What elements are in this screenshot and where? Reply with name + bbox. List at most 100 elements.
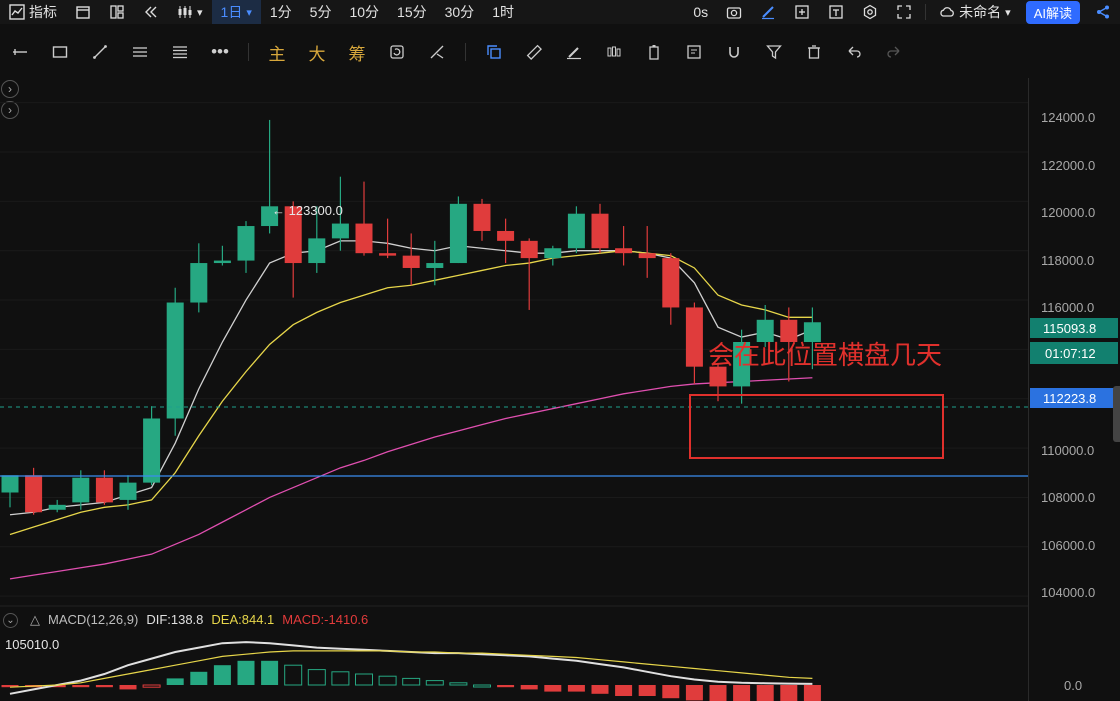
indicator-button[interactable]: 指标: [0, 0, 66, 24]
period-1h[interactable]: 1时: [483, 0, 523, 24]
measure-tool[interactable]: [417, 36, 457, 68]
tool-label: 主: [268, 44, 286, 64]
candle: [143, 406, 161, 486]
chevron-down-icon: ▾: [1005, 6, 1011, 19]
candlestick-icon: [178, 6, 192, 18]
undo-button[interactable]: [834, 36, 874, 68]
settings-button[interactable]: [853, 0, 887, 24]
candle-body: [237, 226, 255, 261]
cloud-layout-select[interactable]: 未命名 ▾: [930, 0, 1020, 24]
pencil-icon: [762, 6, 775, 20]
brush-tool[interactable]: [554, 36, 594, 68]
undo-icon: [848, 46, 861, 58]
copy-tool[interactable]: [474, 36, 514, 68]
draw-button[interactable]: [751, 0, 785, 24]
macd-bar: [307, 669, 326, 686]
text-button[interactable]: [819, 0, 853, 24]
price-axis[interactable]: 124000.0 122000.0 120000.0 118000.0 1160…: [1028, 78, 1120, 701]
period-10m[interactable]: 10分: [340, 0, 388, 24]
macd-bar: [638, 685, 656, 696]
macd-panel: [1, 641, 821, 701]
candle: [615, 226, 633, 266]
note-tool[interactable]: [674, 36, 714, 68]
period-1d[interactable]: 1日 ▾: [211, 0, 261, 24]
candle-body: [591, 213, 609, 249]
battery-icon: [649, 45, 659, 60]
candle-body: [379, 253, 397, 256]
rectangle-icon: [52, 46, 68, 58]
layout-button[interactable]: [100, 0, 134, 24]
magnet-icon: [729, 47, 739, 58]
delete-tool[interactable]: [794, 36, 834, 68]
more-tools-button[interactable]: •••: [200, 36, 240, 68]
ruler-tool[interactable]: [514, 36, 554, 68]
high-price-label: ← 123300.0: [272, 203, 343, 218]
macd-bar: [72, 685, 90, 688]
period-1m[interactable]: 1分: [261, 0, 301, 24]
macd-bar: [685, 685, 703, 701]
price-tick: 108000.0: [1041, 490, 1095, 505]
gear-icon: [864, 4, 877, 20]
candle-body: [331, 223, 349, 239]
macd-bar: [544, 685, 562, 692]
macd-bar: [520, 685, 538, 690]
price-chart[interactable]: 会在此位置横盘几天 ← 123300.0 105010.0: [0, 78, 1120, 701]
candle: [213, 245, 231, 266]
main-force-tool[interactable]: 主: [257, 36, 297, 68]
candle-body: [497, 230, 515, 241]
macd-collapse-button[interactable]: ⌄: [3, 613, 18, 628]
macd-bar: [355, 673, 373, 686]
macd-name: MACD(12,26,9): [48, 612, 139, 627]
candle-body: [756, 319, 774, 342]
price-tick: 110000.0: [1041, 443, 1094, 458]
period-15m[interactable]: 15分: [388, 0, 436, 24]
divider: [465, 43, 466, 61]
macd-bar: [261, 660, 279, 685]
candle: [166, 287, 184, 436]
timer[interactable]: 0s: [684, 0, 717, 24]
candle: [402, 233, 420, 286]
candle-body: [25, 475, 43, 513]
screenshot-button[interactable]: [717, 0, 751, 24]
chip-tool[interactable]: 筹: [337, 36, 377, 68]
horizontal-line-icon: [13, 49, 27, 55]
parallel-channel-tool[interactable]: [120, 36, 160, 68]
timer-label: 0s: [693, 4, 709, 20]
candle: [662, 253, 680, 325]
candle-style-tool[interactable]: [594, 36, 634, 68]
candle: [48, 499, 66, 513]
macd-bar: [142, 684, 161, 688]
ruler-icon: [526, 44, 542, 60]
share-button[interactable]: [1086, 0, 1120, 24]
period-5m[interactable]: 5分: [301, 0, 341, 24]
axis-scroll-handle[interactable]: [1113, 386, 1120, 442]
macd-bar: [95, 685, 113, 688]
macd-bar: [803, 685, 821, 701]
period-30m[interactable]: 30分: [436, 0, 484, 24]
bell-icon[interactable]: △: [30, 612, 40, 628]
horizontal-line-tool[interactable]: [0, 36, 40, 68]
price-tick: 118000.0: [1041, 253, 1094, 268]
refresh-tool[interactable]: [377, 36, 417, 68]
trend-line-tool[interactable]: [80, 36, 120, 68]
candle-body: [143, 418, 161, 483]
chart-type-button[interactable]: ▾: [168, 0, 212, 24]
macd-bar: [449, 682, 468, 686]
candle: [25, 467, 43, 515]
filter-tool[interactable]: [754, 36, 794, 68]
battery-tool[interactable]: [634, 36, 674, 68]
ai-analysis-button[interactable]: AI解读: [1025, 0, 1080, 24]
rewind-button[interactable]: [134, 0, 168, 24]
magnet-tool[interactable]: [714, 36, 754, 68]
fullscreen-button[interactable]: [887, 0, 921, 24]
candle-body: [119, 482, 137, 500]
macd-bar: [190, 671, 208, 685]
period-label: 5分: [309, 4, 332, 20]
calendar-button[interactable]: [66, 0, 100, 24]
rectangle-tool[interactable]: [40, 36, 80, 68]
redo-button[interactable]: [874, 36, 914, 68]
fib-tool[interactable]: [160, 36, 200, 68]
big-order-tool[interactable]: 大: [297, 36, 337, 68]
add-window-button[interactable]: [785, 0, 819, 24]
top-bar: 指标 ▾ 1日 ▾ 1分 5分 10分 15分 30分 1时 0s 未命名 ▾ …: [0, 0, 1120, 24]
